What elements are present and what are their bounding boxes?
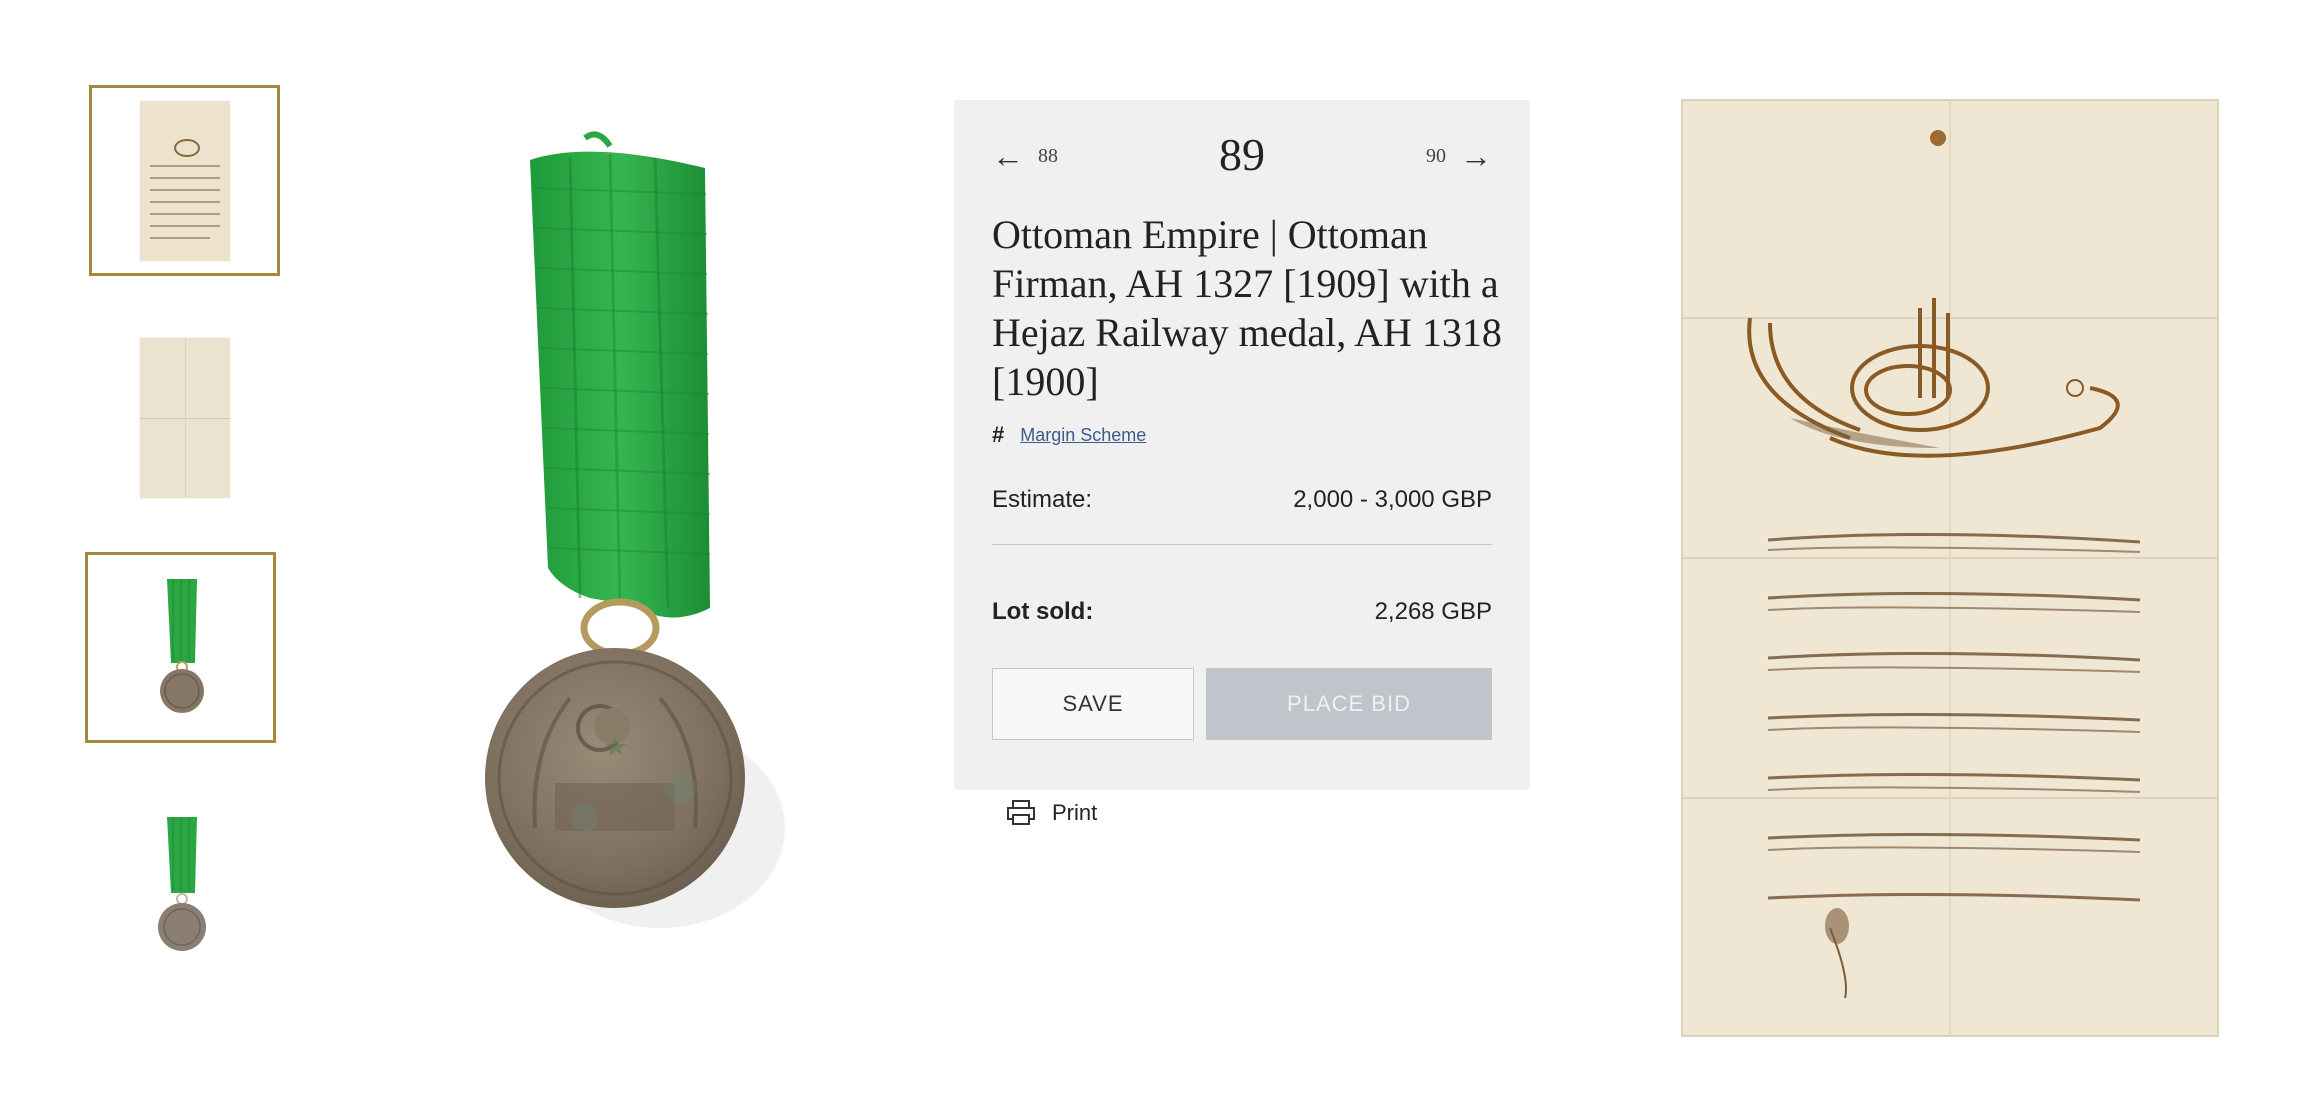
thumbnail-medal-alt[interactable] (85, 790, 276, 981)
estimate-value: 2,000 - 3,000 GBP (1293, 486, 1492, 513)
thumbnail-firman-front[interactable] (89, 85, 280, 276)
lot-info-panel: ← 88 89 90 → Ottoman Empire | Ottoman Fi… (954, 100, 1530, 790)
lot-sold-row: Lot sold: 2,268 GBP (992, 598, 1492, 626)
estimate-row: Estimate: 2,000 - 3,000 GBP (992, 486, 1492, 514)
lot-sold-value: 2,268 GBP (1374, 598, 1492, 625)
vat-status: # Margin Scheme (992, 422, 1146, 448)
lot-title: Ottoman Empire | Ottoman Firman, AH 1327… (992, 212, 1502, 404)
next-lot-number: 90 (1426, 144, 1446, 167)
divider (992, 544, 1492, 545)
medal-thumbnail-image (159, 578, 204, 713)
next-lot-link[interactable]: 90 → (1426, 140, 1492, 172)
arrow-right-icon: → (1460, 138, 1492, 174)
firman-document-image[interactable] (1680, 98, 2220, 1038)
printer-icon (1007, 800, 1035, 825)
print-link[interactable]: Print (1006, 800, 1097, 826)
save-button[interactable]: SAVE (992, 668, 1194, 740)
lot-sold-label: Lot sold: (992, 598, 1094, 625)
medal-alt-thumbnail-image (157, 816, 206, 951)
estimate-label: Estimate: (992, 486, 1093, 513)
place-bid-button[interactable]: PLACE BID (1206, 668, 1492, 740)
margin-scheme-link[interactable]: Margin Scheme (1020, 425, 1146, 446)
firman-back-thumbnail-image (139, 337, 230, 498)
main-lot-image-medal[interactable] (470, 128, 790, 928)
medal-image (485, 131, 785, 928)
firman-image (1681, 99, 2219, 1037)
thumbnail-firman-back[interactable] (89, 322, 280, 513)
print-label: Print (1052, 800, 1098, 825)
hash-icon: # (992, 422, 1005, 447)
firman-thumbnail-image (139, 100, 230, 261)
thumbnail-medal[interactable] (85, 552, 276, 743)
